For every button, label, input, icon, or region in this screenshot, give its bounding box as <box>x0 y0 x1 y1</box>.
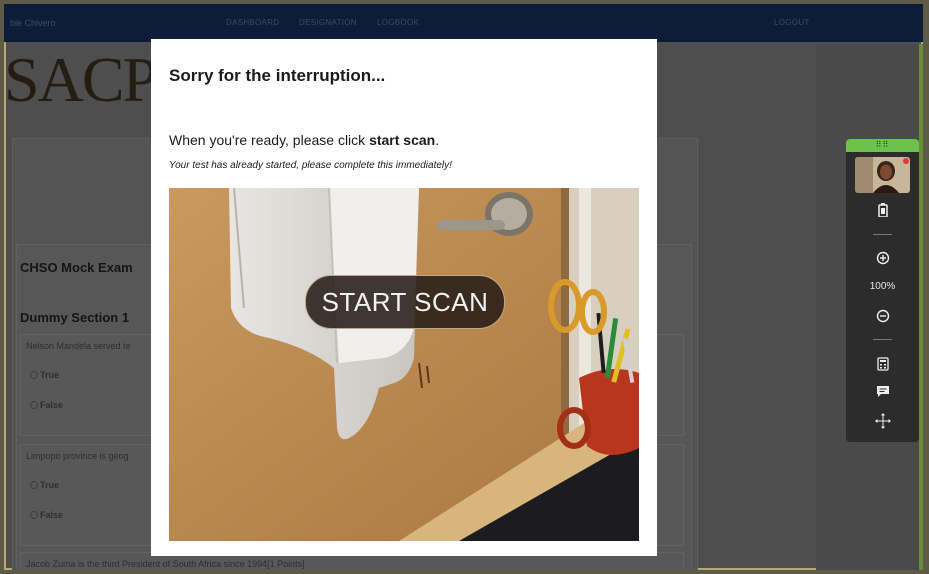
toolbar-separator <box>873 234 892 235</box>
chat-icon[interactable] <box>846 382 919 400</box>
warning-text: Your test has already started, please co… <box>169 160 452 171</box>
nav-link-designation[interactable]: DESIGNATION <box>299 18 357 27</box>
start-scan-button[interactable]: START SCAN <box>305 275 505 329</box>
zoom-level: 100% <box>869 281 896 292</box>
option-true[interactable]: True <box>30 480 59 490</box>
option-false[interactable]: False <box>30 400 63 410</box>
logout-link[interactable]: LOGOUT <box>774 18 810 27</box>
question-text: Limpopo province is geog <box>26 451 129 461</box>
option-true[interactable]: True <box>30 370 59 380</box>
move-icon[interactable] <box>846 412 919 430</box>
battery-icon[interactable] <box>846 201 919 219</box>
webcam-preview <box>855 157 910 193</box>
question-text: Jacob Zuma is the third President of Sou… <box>26 559 305 569</box>
toolbar-separator <box>873 339 892 340</box>
calculator-icon[interactable] <box>846 355 919 373</box>
sacp-logo: SACP <box>4 44 158 115</box>
question-text: Nelson Mandela served te <box>26 341 131 351</box>
user-name: ble Chivero <box>10 18 56 28</box>
radio-button[interactable] <box>30 481 38 489</box>
proctor-toolbar: ⠿⠿ 100% <box>846 139 919 442</box>
radio-button[interactable] <box>30 401 38 409</box>
nav-link-logbook[interactable]: LOGBOOK <box>377 18 419 27</box>
nav-link-dashboard[interactable]: DASHBOARD <box>226 18 279 27</box>
drag-handle[interactable]: ⠿⠿ <box>846 139 919 152</box>
browser-frame: ble Chivero DASHBOARD DESIGNATION LOGBOO… <box>4 4 923 570</box>
section-title: Dummy Section 1 <box>20 310 130 325</box>
exam-title: CHSO Mock Exam <box>20 260 133 275</box>
interruption-dialog: Sorry for the interruption... When you'r… <box>151 39 657 556</box>
right-edge <box>919 44 923 570</box>
zoom-out-icon[interactable] <box>846 307 919 325</box>
zoom-in-icon[interactable] <box>846 249 919 267</box>
room-scan-camera-feed: START SCAN <box>169 188 639 541</box>
top-navigation: ble Chivero DASHBOARD DESIGNATION LOGBOO… <box>4 4 923 42</box>
instruction-text: When you're ready, please click start sc… <box>169 132 440 148</box>
dialog-heading: Sorry for the interruption... <box>169 66 386 85</box>
option-false[interactable]: False <box>30 510 63 520</box>
radio-button[interactable] <box>30 511 38 519</box>
radio-button[interactable] <box>30 371 38 379</box>
